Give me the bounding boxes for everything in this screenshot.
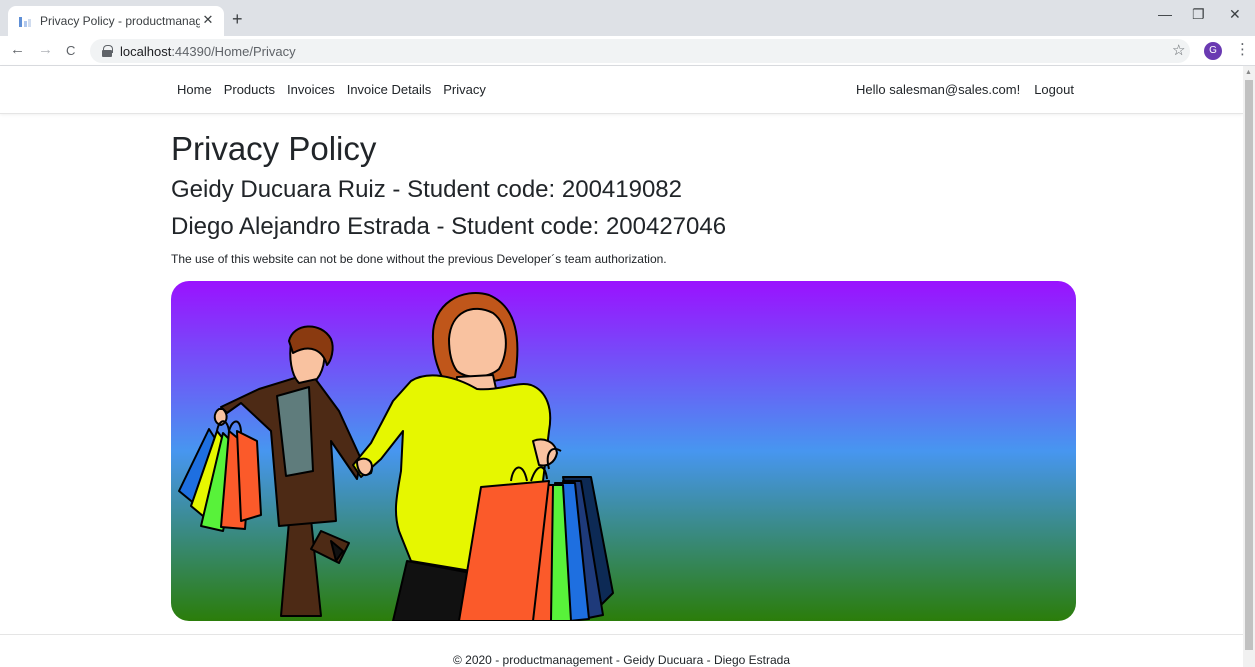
reload-icon[interactable]: C (66, 43, 75, 58)
restore-icon[interactable]: ❐ (1192, 6, 1205, 23)
close-tab-icon[interactable]: ✕ (200, 12, 216, 28)
shopping-illustration (171, 281, 1076, 621)
user-greeting-link[interactable]: Hello salesman@sales.com! (856, 82, 1020, 97)
forward-icon[interactable]: → (38, 41, 53, 58)
address-bar[interactable]: localhost:44390/Home/Privacy (90, 39, 1190, 63)
bookmark-star-icon[interactable]: ☆ (1172, 41, 1185, 59)
nav-links: Home Products Invoices Invoice Details P… (177, 82, 486, 97)
minimize-icon[interactable]: — (1158, 6, 1172, 22)
scroll-up-arrow-icon[interactable]: ▲ (1245, 69, 1252, 76)
url-path: :44390/Home/Privacy (171, 43, 296, 59)
profile-avatar[interactable]: G (1204, 42, 1222, 60)
browser-menu-icon[interactable]: ⋮ (1235, 40, 1250, 58)
browser-tabstrip: Privacy Policy - productmanagem ✕ + — ❐ … (0, 0, 1255, 36)
nav-link-privacy[interactable]: Privacy (443, 82, 486, 97)
nav-link-invoice-details[interactable]: Invoice Details (347, 82, 432, 97)
browser-tab[interactable]: Privacy Policy - productmanagem ✕ (8, 6, 224, 36)
nav-link-invoices[interactable]: Invoices (287, 82, 335, 97)
site-navbar: Home Products Invoices Invoice Details P… (0, 66, 1243, 114)
page-title: Privacy Policy (171, 130, 377, 167)
logout-button[interactable]: Logout (1034, 82, 1074, 97)
page-favicon-icon (18, 14, 32, 28)
window-close-icon[interactable]: ✕ (1229, 6, 1241, 23)
site-footer: © 2020 - productmanagement - Geidy Ducua… (0, 634, 1243, 667)
page-viewport: Home Products Invoices Invoice Details P… (0, 66, 1243, 667)
nav-link-home[interactable]: Home (177, 82, 212, 97)
student-2-heading: Diego Alejandro Estrada - Student code: … (171, 213, 727, 240)
scrollbar-thumb[interactable] (1245, 80, 1253, 650)
shoppers-image (171, 281, 1076, 621)
browser-toolbar: ← → C localhost:44390/Home/Privacy ☆ G ⋮ (0, 36, 1255, 66)
tab-title: Privacy Policy - productmanagem (40, 14, 200, 28)
authorization-notice: The use of this website can not be done … (171, 252, 667, 266)
new-tab-button[interactable]: + (232, 9, 243, 30)
back-icon[interactable]: ← (10, 41, 25, 58)
joined-hands (355, 457, 373, 477)
footer-copyright: © 2020 - productmanagement - Geidy Ducua… (452, 653, 790, 667)
url-host: localhost (120, 43, 172, 59)
nav-link-products[interactable]: Products (224, 82, 275, 97)
page-scrollbar[interactable]: ▲ (1243, 66, 1255, 667)
lock-icon (102, 45, 113, 57)
student-1-heading: Geidy Ducuara Ruiz - Student code: 20041… (171, 176, 682, 203)
nav-user-area: Hello salesman@sales.com! Logout (856, 82, 1074, 97)
